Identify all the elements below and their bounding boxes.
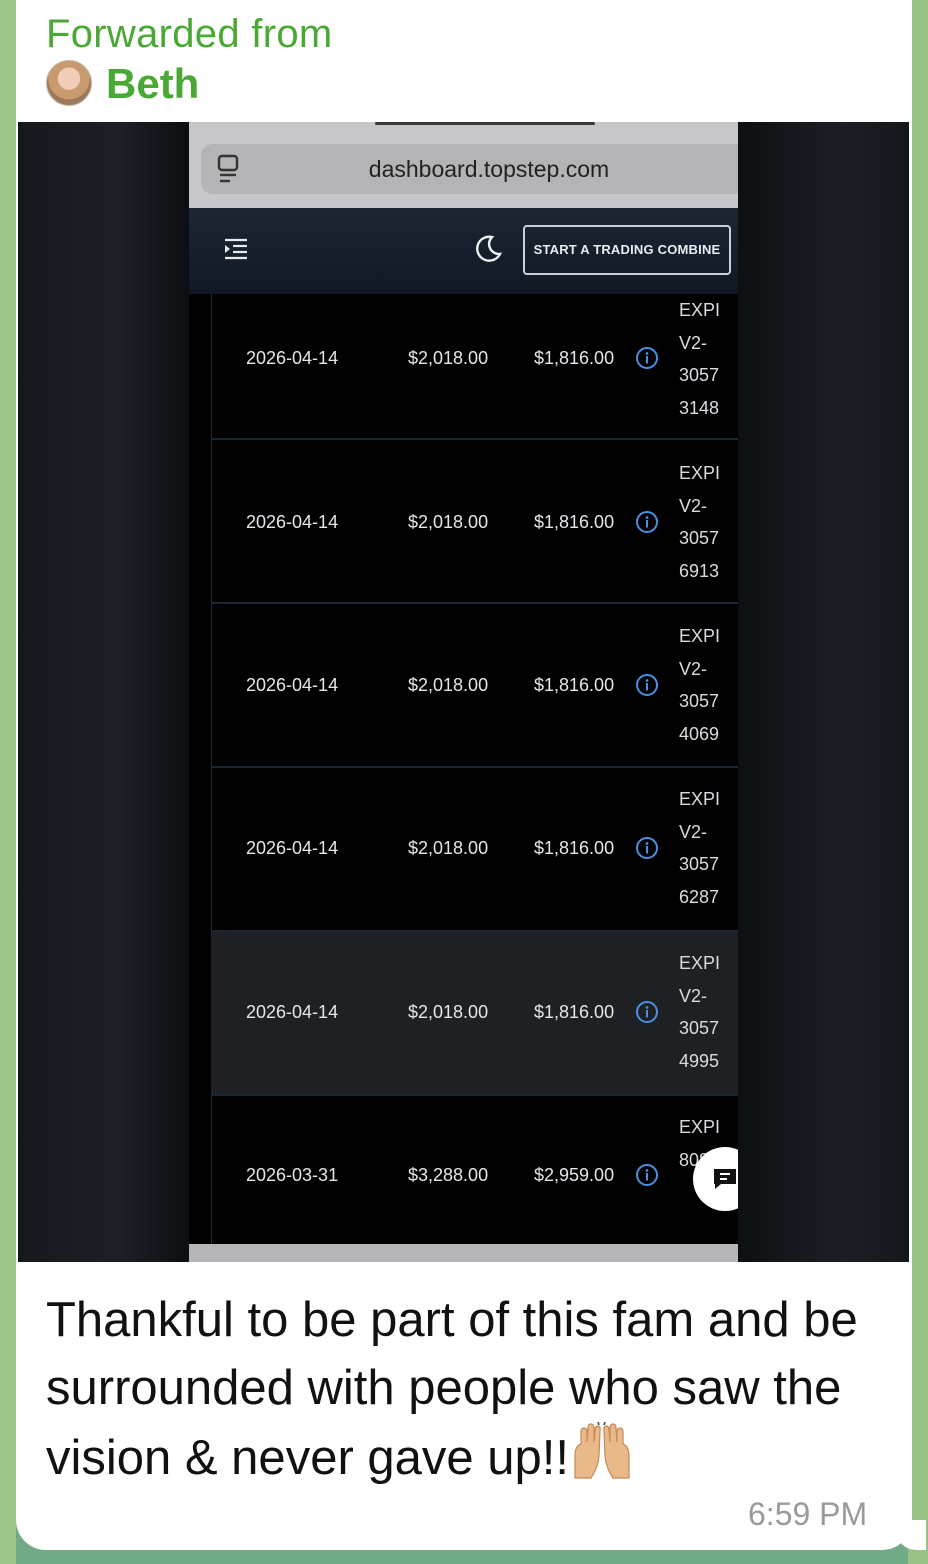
row-date: 2026-04-14	[246, 348, 339, 368]
row-net: $2,959.00	[534, 1165, 615, 1185]
menu-icon	[225, 238, 247, 260]
sender-avatar[interactable]	[46, 60, 92, 106]
message-time: 6:59 PM	[748, 1496, 868, 1532]
row-amount: $2,018.00	[408, 675, 489, 695]
row-net: $1,816.00	[534, 675, 615, 695]
screenshot-blur-right	[738, 122, 909, 1262]
row-net: $1,816.00	[534, 348, 615, 368]
screenshot-blur-left	[18, 122, 189, 1262]
row-desc: EXPI V2- 3057 4995	[679, 953, 721, 1071]
moon-icon	[476, 235, 503, 262]
row-net: $1,816.00	[534, 838, 615, 858]
attached-screenshot[interactable]: dashboard.topstep.com START A TRADING CO…	[18, 122, 909, 1262]
row-desc: EXPI V2- 3057 3148	[679, 300, 721, 418]
raising-hands-icon	[574, 1422, 630, 1479]
browser-bottom-bar	[189, 1244, 738, 1262]
row-net: $1,816.00	[534, 512, 615, 532]
forwarded-label: Forwarded from	[46, 12, 333, 56]
chat-wallpaper	[0, 0, 16, 1564]
chat-icon	[714, 1169, 736, 1189]
info-icon	[636, 837, 658, 859]
info-icon	[636, 1164, 658, 1186]
info-icon	[636, 511, 658, 533]
row-desc: EXPI V2- 3057 6287	[679, 789, 721, 907]
message-caption: Thankful to be part of this fam and be s…	[46, 1293, 858, 1485]
phone-notch	[375, 122, 595, 125]
url-text: dashboard.topstep.com	[368, 156, 610, 182]
row-amount: $3,288.00	[408, 1165, 489, 1185]
row-date: 2026-03-31	[246, 1165, 339, 1185]
bubble-tail	[896, 1520, 926, 1550]
row-desc: EXPI V2- 3057 6913	[679, 463, 721, 581]
row-date: 2026-04-14	[246, 512, 339, 532]
info-icon	[636, 1001, 658, 1023]
row-desc: EXPI V2- 3057 4069	[679, 626, 721, 744]
row-date: 2026-04-14	[246, 838, 339, 858]
row-date: 2026-04-14	[246, 675, 339, 695]
row-amount: $2,018.00	[408, 512, 489, 532]
row-amount: $2,018.00	[408, 1002, 489, 1022]
info-icon	[636, 347, 658, 369]
phone-screen: dashboard.topstep.com START A TRADING CO…	[189, 122, 738, 1262]
row-amount: $2,018.00	[408, 348, 489, 368]
row-amount: $2,018.00	[408, 838, 489, 858]
row-net: $1,816.00	[534, 1002, 615, 1022]
info-icon	[636, 674, 658, 696]
sender-name[interactable]: Beth	[106, 60, 199, 108]
row-date: 2026-04-14	[246, 1002, 339, 1022]
start-trading-combine-button: START A TRADING COMBINE	[523, 225, 731, 275]
